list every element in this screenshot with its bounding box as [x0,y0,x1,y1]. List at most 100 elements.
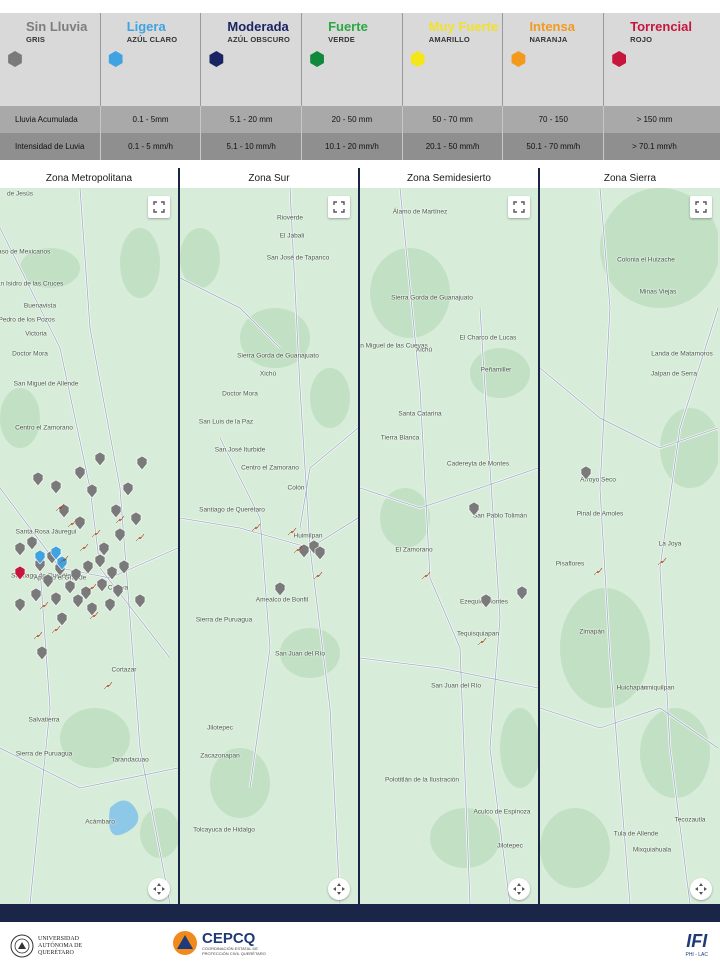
row-label: Intensidad de Luvia [0,133,101,160]
map-navigation-button[interactable] [690,878,712,900]
place-label: Santiago de Querétaro [199,506,265,514]
station-marker-gray[interactable] [96,578,108,592]
fullscreen-button[interactable] [690,196,712,218]
cepcq-subtitle: COORDINACIÓN ESTATAL DE PROTECCIÓN CIVIL… [202,945,266,956]
map-zona-sierra[interactable]: Colonia el Huizache Minas Viejas Landa de … [540,188,720,904]
station-marker-gray[interactable] [64,580,76,594]
station-marker-gray[interactable] [274,582,286,596]
station-marker-gray[interactable] [112,584,124,598]
station-marker-gray[interactable] [30,588,42,602]
station-marker-red[interactable] [14,566,26,580]
table-cell: 5.1 - 20 mm [201,106,303,133]
cepcq-name: CEPCQ [202,929,256,947]
station-marker-gray[interactable] [480,594,492,608]
place-label: Xichú [415,346,433,354]
station-marker-gray[interactable] [94,554,106,568]
station-marker-gray[interactable] [74,466,86,480]
station-marker-gray[interactable] [106,566,118,580]
category-name: Sin Lluvia [26,19,88,34]
place-label: Cortazar [111,666,137,674]
station-marker-gray[interactable] [50,592,62,606]
station-marker-gray[interactable] [314,546,326,560]
place-label: Huimilpan [293,532,323,540]
station-marker-gray[interactable] [130,512,142,526]
station-marker-gray[interactable] [122,482,134,496]
table-row: Lluvia Acumulada 0.1 - 5mm 5.1 - 20 mm 2… [0,106,720,133]
hexagon-icon [108,51,123,67]
uaq-logo: UNIVERSIDAD AUTÓNOMA DE QUERÉTARO [10,934,98,958]
zone-headers: Zona Metropolitana Zona Sur Zona Semides… [0,168,720,188]
station-marker-light-blue[interactable] [34,550,46,564]
place-label: Minas Viejas [639,288,677,296]
place-label: San Pablo Tolimán [472,512,528,520]
zone-title: Zona Sur [180,168,360,188]
lightning-icon [103,681,113,691]
uaq-seal-icon [10,934,34,958]
place-label: Polotitlán de la Ilustración [384,776,460,784]
place-label: Álamo de Martínez [392,208,448,216]
place-label: Amealco de Bonfil [255,596,309,604]
place-label: Pinal de Amoles [576,510,624,518]
place-label: Doctor Mora [222,390,258,398]
legend-category: Fuerte VERDE [302,13,403,106]
category-name: Torrencial [630,19,693,34]
station-marker-gray[interactable] [72,594,84,608]
station-marker-gray[interactable] [136,456,148,470]
hexagon-icon [310,51,324,67]
lightning-icon [421,571,431,581]
category-color-label: AZÚL OBSCURO [227,35,291,44]
fullscreen-button[interactable] [508,196,530,218]
lightning-icon [51,625,61,635]
lightning-icon [33,631,43,641]
place-label: San José Iturbide [214,446,266,454]
station-marker-gray[interactable] [468,502,480,516]
place-label: Paso de Mexicanos [0,248,51,256]
map-navigation-button[interactable] [328,878,350,900]
station-marker-gray[interactable] [118,560,130,574]
station-marker-gray[interactable] [14,598,26,612]
place-label: San Miguel de Allende [13,380,79,388]
station-marker-gray[interactable] [14,542,26,556]
place-label: Aculco de Espinoza [473,808,531,816]
lightning-icon [59,555,69,565]
station-marker-gray[interactable] [86,484,98,498]
station-marker-gray[interactable] [580,466,592,480]
category-name: Intensa [529,19,575,34]
station-marker-gray[interactable] [94,452,106,466]
station-marker-gray[interactable] [114,528,126,542]
table-row: Intensidad de Luvia 0.1 - 5 mm/h 5.1 - 1… [0,133,720,160]
category-color-label: NARANJA [529,35,568,44]
legend-category: Intensa NARANJA [503,13,605,106]
place-label: Jilotepec [207,724,233,732]
map-navigation-button[interactable] [148,878,170,900]
lightning-icon [87,583,97,593]
zone-title: Zona Semidesierto [360,168,540,188]
station-marker-gray[interactable] [50,480,62,494]
hexagon-icon [209,51,224,67]
lightning-icon [477,637,487,647]
lightning-icon [657,557,667,567]
station-marker-gray[interactable] [516,586,528,600]
station-marker-gray[interactable] [36,646,48,660]
map-zona-semidesierto[interactable]: Álamo de Martínez Sierra Gorda de Guanaju… [360,188,540,904]
fullscreen-button[interactable] [328,196,350,218]
fullscreen-button[interactable] [148,196,170,218]
category-name: Fuerte [328,19,368,34]
map-zona-metropolitana[interactable]: de Jesús Paso de Mexicanos San Isidro de l… [0,188,180,904]
legend-top-margin [0,0,720,13]
station-marker-gray[interactable] [82,560,94,574]
lightning-icon [89,611,99,621]
place-label: El Jabali [279,232,305,240]
station-marker-gray[interactable] [56,612,68,626]
station-marker-gray[interactable] [26,536,38,550]
station-marker-gray[interactable] [32,472,44,486]
station-marker-gray[interactable] [42,574,54,588]
map-navigation-button[interactable] [508,878,530,900]
place-label: Xichú [259,370,277,378]
hexagon-icon [8,51,22,67]
lightning-icon [91,529,101,539]
station-marker-gray[interactable] [134,594,146,608]
zone-maps: de Jesús Paso de Mexicanos San Isidro de l… [0,188,720,904]
station-marker-gray[interactable] [104,598,116,612]
map-zona-sur[interactable]: Rioverde El Jabali San José de Tapanco Sier… [180,188,360,904]
